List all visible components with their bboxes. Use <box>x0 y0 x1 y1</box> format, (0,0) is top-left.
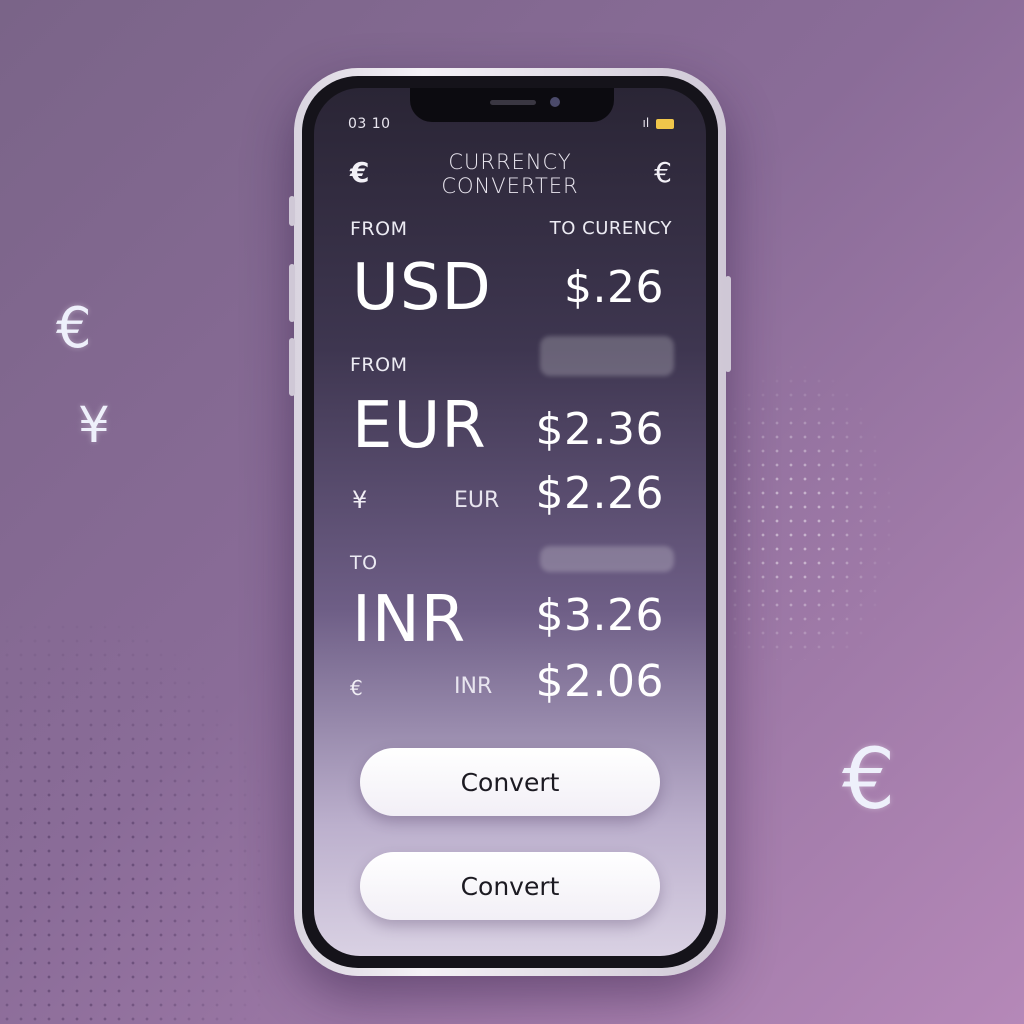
to-currency-label: TO CURENCY <box>549 218 672 239</box>
background-dot-pattern <box>0 620 270 1024</box>
volume-down-button <box>289 338 295 396</box>
background-dot-pattern <box>728 360 898 660</box>
convert-button[interactable]: Convert <box>360 748 660 816</box>
euro-icon: € <box>842 730 896 828</box>
status-icons: ıl <box>642 116 674 130</box>
to-label: TO <box>350 552 378 574</box>
blurred-field <box>540 546 674 572</box>
currency-code-small: INR <box>454 674 493 699</box>
to-currency-code[interactable]: INR <box>352 588 466 652</box>
converted-amount: $2.36 <box>535 404 664 455</box>
from-label: FROM <box>350 218 408 240</box>
converted-amount: $2.06 <box>535 656 664 707</box>
front-camera <box>550 97 560 107</box>
app-screen: 03 10 ıl € CURRENCY CONVERTER € FROM TO … <box>314 88 706 956</box>
converted-amount: $3.26 <box>535 590 664 641</box>
power-button <box>725 276 731 372</box>
battery-icon <box>656 118 674 129</box>
from-label: FROM <box>350 354 408 376</box>
euro-icon[interactable]: € <box>654 156 672 189</box>
status-time: 03 10 <box>348 116 391 132</box>
currency-code-small: EUR <box>454 488 500 513</box>
dynamic-island <box>410 88 614 122</box>
speaker-grille <box>490 100 536 105</box>
phone-device: 03 10 ıl € CURRENCY CONVERTER € FROM TO … <box>289 68 731 976</box>
euro-icon: € <box>56 296 92 361</box>
page-title: CURRENCY CONVERTER <box>441 150 579 198</box>
convert-button-secondary[interactable]: Convert <box>360 852 660 920</box>
yen-icon: ¥ <box>78 396 110 454</box>
volume-up-button <box>289 264 295 322</box>
mute-switch <box>289 196 295 226</box>
blurred-field <box>540 336 674 376</box>
from-currency-code[interactable]: USD <box>352 256 492 320</box>
app-header: € CURRENCY CONVERTER € <box>314 144 706 204</box>
signal-icon: ıl <box>642 116 650 130</box>
euro-icon: € <box>350 676 363 700</box>
currency-code[interactable]: EUR <box>352 394 487 458</box>
converted-amount: $.26 <box>564 262 664 313</box>
converted-amount: $2.26 <box>535 468 664 519</box>
phone-bezel: 03 10 ıl € CURRENCY CONVERTER € FROM TO … <box>302 76 718 968</box>
yen-icon: ¥ <box>352 486 368 514</box>
euro-icon[interactable]: € <box>350 156 369 189</box>
